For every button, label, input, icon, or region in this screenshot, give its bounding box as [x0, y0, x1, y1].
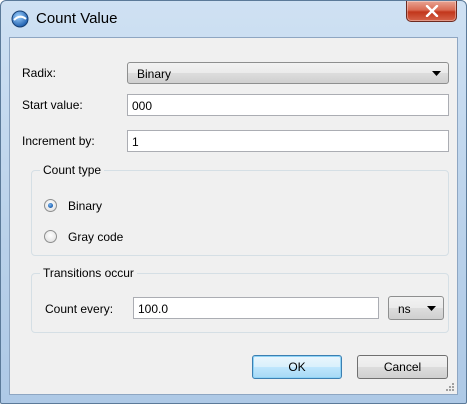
start-value-field[interactable]: 000	[127, 94, 449, 116]
radio-gray-code[interactable]	[44, 230, 57, 243]
window-title: Count Value	[36, 10, 118, 27]
increment-field[interactable]: 1	[127, 130, 449, 152]
close-icon	[425, 5, 439, 17]
app-globe-icon	[11, 10, 29, 28]
unit-dropdown[interactable]: ns	[388, 296, 444, 320]
resize-grip-icon[interactable]	[445, 382, 455, 392]
start-value-text: 000	[132, 99, 153, 113]
count-every-label: Count every:	[45, 302, 114, 316]
count-every-field[interactable]: 100.0	[133, 297, 379, 319]
dialog-content: Radix: Binary Start value: 000 Increment…	[9, 37, 458, 395]
count-every-text: 100.0	[138, 302, 169, 316]
transitions-legend: Transitions occur	[40, 266, 137, 280]
radio-binary[interactable]	[44, 199, 57, 212]
cancel-button[interactable]: Cancel	[357, 355, 448, 379]
radix-dropdown[interactable]: Binary	[127, 62, 449, 84]
radix-label: Radix:	[22, 66, 57, 80]
count-type-legend: Count type	[40, 163, 105, 177]
chevron-down-icon	[432, 71, 441, 76]
start-value-label: Start value:	[22, 98, 83, 112]
increment-text: 1	[132, 135, 139, 149]
close-button[interactable]	[406, 1, 457, 22]
dialog-window: Count Value Radix: Binary Start value: 0…	[0, 0, 467, 404]
ok-button[interactable]: OK	[252, 355, 342, 379]
unit-selected-value: ns	[398, 302, 411, 316]
radio-gray-code-label[interactable]: Gray code	[68, 230, 123, 244]
increment-label: Increment by:	[22, 134, 95, 148]
chevron-down-icon	[427, 306, 436, 311]
title-bar[interactable]: Count Value	[1, 1, 466, 37]
radix-selected-value: Binary	[137, 67, 172, 81]
radio-binary-label[interactable]: Binary	[68, 199, 102, 213]
